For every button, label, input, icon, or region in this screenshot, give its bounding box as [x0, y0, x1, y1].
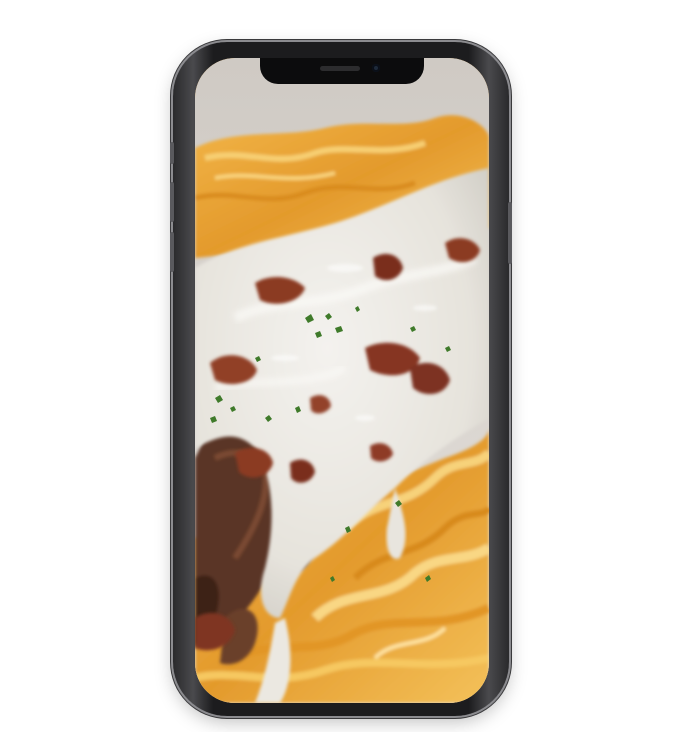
power-button: [508, 202, 512, 264]
front-camera-icon: [372, 64, 380, 72]
phone-screen: [195, 58, 489, 703]
volume-down-button: [170, 232, 174, 272]
phone-frame: [170, 42, 512, 716]
volume-up-button: [170, 182, 174, 222]
speaker-grille: [320, 66, 360, 71]
notch: [260, 58, 424, 84]
food-photo: [195, 58, 489, 703]
mute-switch: [170, 142, 174, 164]
